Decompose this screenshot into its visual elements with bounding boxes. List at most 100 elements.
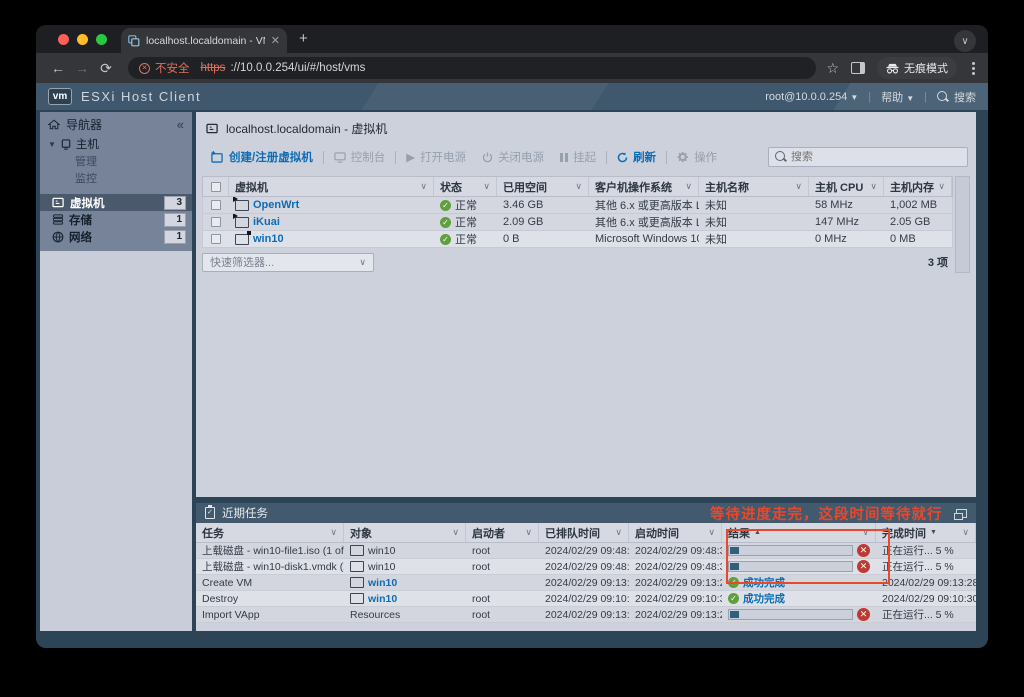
column-header-space[interactable]: 已用空间∨: [497, 177, 589, 196]
column-menu-icon[interactable]: ∨: [685, 181, 692, 192]
annotation-rectangle: [726, 529, 890, 584]
column-menu-icon[interactable]: ∨: [795, 181, 802, 192]
column-menu-icon[interactable]: ∨: [938, 181, 945, 192]
select-all-checkbox[interactable]: [211, 182, 221, 192]
not-secure-label: 不安全: [155, 60, 190, 76]
back-button[interactable]: ←: [46, 60, 70, 76]
column-header-target[interactable]: 对象∨: [344, 523, 466, 542]
column-menu-icon[interactable]: ∨: [708, 527, 715, 538]
vm-search-input[interactable]: [791, 151, 961, 163]
help-menu[interactable]: 帮助 ▼: [881, 89, 914, 105]
table-row[interactable]: win10 ✓正常 0 B Microsoft Windows 10 (6...…: [202, 231, 953, 248]
forward-button[interactable]: →: [70, 60, 94, 76]
sidebar-empty-area: [40, 251, 192, 631]
new-tab-button[interactable]: +: [299, 30, 308, 47]
vm-name-link[interactable]: win10: [253, 233, 284, 245]
suspend-button[interactable]: 挂起: [552, 149, 604, 165]
app-title: ESXi Host Client: [81, 89, 201, 104]
task-target-link[interactable]: win10: [368, 577, 397, 589]
sidebar-item-manage[interactable]: 管理: [40, 152, 192, 169]
column-menu-icon[interactable]: ∨: [452, 527, 459, 538]
sidebar-item-monitor[interactable]: 监控: [40, 169, 192, 186]
column-header-initiator[interactable]: 启动者∨: [466, 523, 539, 542]
maximize-window-button[interactable]: [96, 34, 107, 45]
vm-name-link[interactable]: OpenWrt: [253, 199, 299, 211]
row-checkbox[interactable]: [211, 234, 221, 244]
browser-menu-icon[interactable]: [969, 62, 978, 75]
task-row[interactable]: Destroy win10 root 2024/02/29 09:10:30 2…: [196, 591, 976, 607]
console-icon: [334, 152, 346, 163]
column-menu-icon[interactable]: ∨: [962, 527, 969, 538]
table-row[interactable]: iKuai ✓正常 2.09 GB 其他 6.x 或更高版本 Linux... …: [202, 214, 953, 231]
browser-tab[interactable]: localhost.localdomain - VMw ✕: [121, 28, 287, 53]
console-button[interactable]: 控制台: [326, 149, 394, 165]
address-bar[interactable]: ✕ 不安全 https ://10.0.0.254/ui/#/host/vms: [128, 57, 816, 79]
column-header-os[interactable]: 客户机操作系统∨: [589, 177, 699, 196]
column-header-cpu[interactable]: 主机 CPU∨: [809, 177, 884, 196]
column-menu-icon[interactable]: ∨: [870, 181, 877, 192]
vm-icon: [52, 197, 65, 208]
column-header-task[interactable]: 任务∨: [196, 523, 344, 542]
table-footer: 快速筛选器... ∨ 3 项: [202, 248, 953, 273]
column-menu-icon[interactable]: ∨: [330, 527, 337, 538]
sidebar-item-host[interactable]: ▼ 主机: [40, 136, 192, 152]
power-on-button[interactable]: ▶ 打开电源: [398, 149, 474, 165]
column-menu-icon[interactable]: ∨: [420, 181, 427, 192]
close-window-button[interactable]: [58, 34, 69, 45]
vm-panel: localhost.localdomain - 虚拟机 创建/注册虚拟机 控制台: [196, 112, 976, 497]
column-menu-icon[interactable]: ∨: [483, 181, 490, 192]
cancel-task-icon[interactable]: ✕: [857, 608, 870, 621]
network-icon: [52, 231, 64, 243]
column-header-memory[interactable]: 主机内存∨: [884, 177, 952, 196]
tab-close-icon[interactable]: ✕: [271, 34, 280, 47]
user-menu[interactable]: root@10.0.0.254 ▼: [765, 91, 858, 103]
side-panel-icon[interactable]: [851, 62, 865, 74]
vm-table: 虚拟机∨ 状态∨ 已用空间∨ 客户机操作系统∨ 主机名称∨ 主机 CPU∨ 主机…: [202, 176, 970, 273]
sidebar-item-storage[interactable]: 存储 1: [40, 211, 192, 228]
sidebar-item-label: 主机: [76, 136, 99, 152]
sidebar-item-label: 存储: [69, 212, 92, 228]
vm-table-header: 虚拟机∨ 状态∨ 已用空间∨ 客户机操作系统∨ 主机名称∨ 主机 CPU∨ 主机…: [202, 176, 953, 197]
column-header-started[interactable]: 启动时间∨: [629, 523, 722, 542]
reload-button[interactable]: ⟳: [94, 60, 118, 77]
tab-title: localhost.localdomain - VMw: [146, 35, 265, 47]
column-header-completed[interactable]: 完成时间▼∨: [876, 523, 976, 542]
minimize-window-button[interactable]: [77, 34, 88, 45]
row-checkbox[interactable]: [211, 217, 221, 227]
vm-search-box[interactable]: [768, 147, 968, 167]
column-header-queued[interactable]: 已排队时间∨: [539, 523, 629, 542]
popout-icon[interactable]: [956, 509, 967, 518]
not-secure-icon: ✕: [139, 63, 150, 74]
vertical-scrollbar[interactable]: [955, 176, 970, 273]
power-off-button[interactable]: 关闭电源: [474, 149, 552, 165]
row-checkbox[interactable]: [211, 200, 221, 210]
table-row[interactable]: OpenWrt ✓正常 3.46 GB 其他 6.x 或更高版本 Linux..…: [202, 197, 953, 214]
create-register-vm-button[interactable]: 创建/注册虚拟机: [202, 149, 321, 165]
quick-filter-dropdown[interactable]: 快速筛选器... ∨: [202, 253, 374, 272]
task-target-link[interactable]: win10: [368, 593, 397, 605]
expand-caret-icon[interactable]: ▼: [48, 140, 56, 149]
tab-search-chevron-icon[interactable]: ∨: [954, 30, 976, 52]
column-header-vm[interactable]: 虚拟机∨: [229, 177, 434, 196]
bookmark-star-icon[interactable]: ☆: [826, 60, 839, 77]
sidebar-item-network[interactable]: 网络 1: [40, 228, 192, 245]
vm-running-icon: [235, 217, 249, 228]
collapse-sidebar-icon[interactable]: «: [177, 117, 184, 132]
vm-name-link[interactable]: iKuai: [253, 216, 280, 228]
chevron-down-icon: ∨: [359, 257, 366, 268]
column-menu-icon[interactable]: ∨: [615, 527, 622, 538]
sidebar-item-vms[interactable]: 虚拟机 3: [40, 194, 192, 211]
browser-action-icons: ☆ 无痕模式: [826, 57, 978, 79]
column-header-status[interactable]: 状态∨: [434, 177, 497, 196]
incognito-badge: 无痕模式: [877, 57, 957, 79]
network-count-badge: 1: [164, 230, 186, 244]
vm-icon: [350, 593, 364, 604]
column-menu-icon[interactable]: ∨: [575, 181, 582, 192]
actions-button[interactable]: 操作: [669, 149, 725, 165]
progress-bar: [728, 609, 853, 620]
global-search[interactable]: 搜索: [937, 89, 976, 105]
column-menu-icon[interactable]: ∨: [525, 527, 532, 538]
task-row[interactable]: Import VApp Resources root 2024/02/29 09…: [196, 607, 976, 623]
column-header-hostname[interactable]: 主机名称∨: [699, 177, 809, 196]
refresh-button[interactable]: 刷新: [609, 149, 664, 165]
